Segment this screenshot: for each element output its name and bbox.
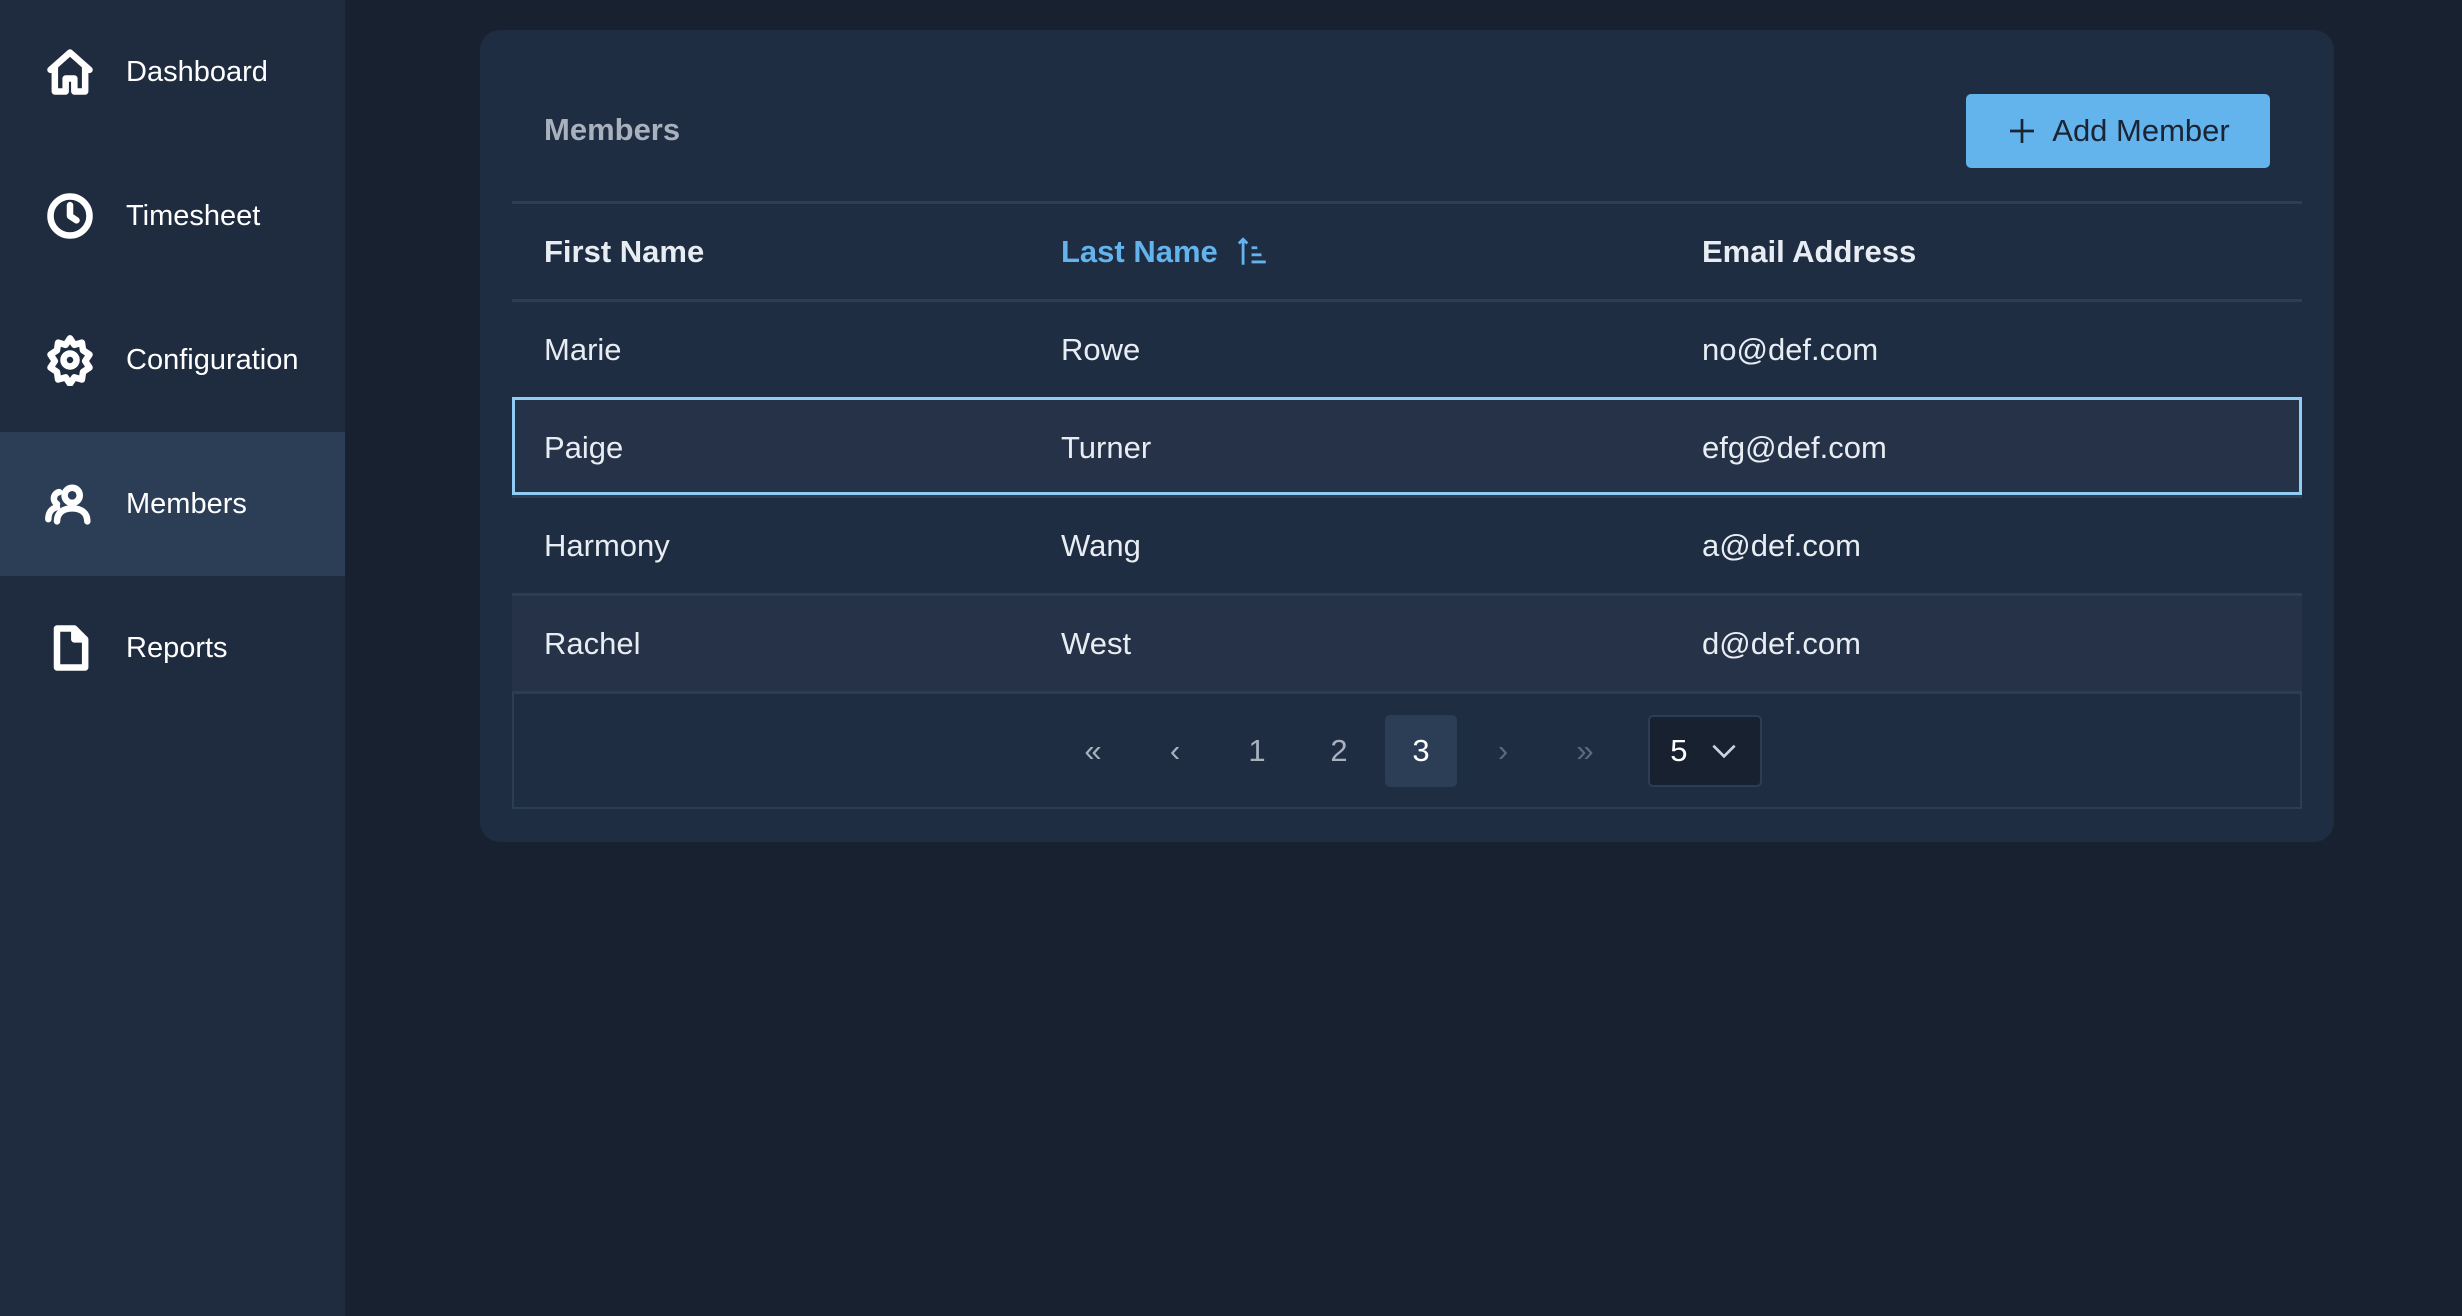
cell-last-name: Rowe <box>1061 331 1141 367</box>
prev-page-button[interactable]: ‹ <box>1139 715 1211 787</box>
cell-first-name: Rachel <box>544 625 641 661</box>
page-size-select[interactable]: 5 <box>1648 714 1762 787</box>
sidebar-item-configuration[interactable]: Configuration <box>0 288 345 432</box>
page-3-button[interactable]: 3 <box>1385 714 1457 787</box>
chevron-down-icon <box>1712 744 1736 758</box>
first-page-button[interactable]: « <box>1057 715 1129 787</box>
add-member-label: Add Member <box>2052 113 2230 148</box>
sidebar-item-dashboard[interactable]: Dashboard <box>0 0 345 144</box>
gear-icon <box>47 335 93 386</box>
cell-email: efg@def.com <box>1702 429 1887 465</box>
sidebar-item-members[interactable]: Members <box>0 432 345 576</box>
sidebar-item-label: Timesheet <box>126 199 261 232</box>
page-size-value: 5 <box>1670 732 1688 768</box>
page-2-button[interactable]: 2 <box>1303 715 1375 787</box>
page-title: Members <box>544 112 681 147</box>
table-row[interactable]: Rachel West d@def.com <box>512 593 2302 691</box>
add-member-button[interactable]: Add Member <box>1966 94 2270 168</box>
last-page-button[interactable]: » <box>1549 715 1621 787</box>
cell-last-name: West <box>1061 625 1132 661</box>
file-icon <box>53 625 89 671</box>
next-page-button[interactable]: › <box>1467 715 1539 787</box>
cell-email: no@def.com <box>1702 331 1879 367</box>
sort-ascending-icon <box>1237 236 1266 265</box>
header-label: Last Name <box>1061 233 1218 269</box>
table-header: First Name Last Name Email Address <box>512 201 2302 299</box>
sidebar-item-label: Members <box>126 487 247 520</box>
sidebar-item-reports[interactable]: Reports <box>0 576 345 720</box>
plus-icon <box>2010 119 2035 143</box>
clock-icon <box>47 193 93 239</box>
home-icon <box>47 49 93 95</box>
cell-email: d@def.com <box>1702 625 1861 661</box>
sidebar-item-label: Reports <box>126 631 228 664</box>
sidebar-item-label: Dashboard <box>126 55 268 88</box>
cell-email: a@def.com <box>1702 527 1861 563</box>
sidebar: Dashboard Timesheet Configuration Member… <box>0 0 345 1316</box>
pagination: « ‹ 1 2 3 › » 5 <box>512 691 2302 809</box>
table-row[interactable]: Harmony Wang a@def.com <box>512 495 2302 593</box>
page-1-button[interactable]: 1 <box>1221 715 1293 787</box>
header-email[interactable]: Email Address <box>1702 234 1916 270</box>
users-icon <box>45 484 91 525</box>
cell-first-name: Marie <box>544 331 622 367</box>
cell-last-name: Wang <box>1061 527 1141 563</box>
cell-first-name: Paige <box>544 429 624 465</box>
members-card: Members Add Member First Name Last Name … <box>480 30 2334 842</box>
members-table: First Name Last Name Email Address Marie… <box>512 201 2302 809</box>
table-row[interactable]: Marie Rowe no@def.com <box>512 299 2302 397</box>
sidebar-item-timesheet[interactable]: Timesheet <box>0 144 345 288</box>
table-row-selected[interactable]: Paige Turner efg@def.com <box>512 397 2302 495</box>
sidebar-item-label: Configuration <box>126 343 299 376</box>
cell-first-name: Harmony <box>544 527 670 563</box>
cell-last-name: Turner <box>1061 429 1152 465</box>
header-first-name[interactable]: First Name <box>544 234 704 270</box>
header-last-name[interactable]: Last Name <box>1061 234 1270 270</box>
